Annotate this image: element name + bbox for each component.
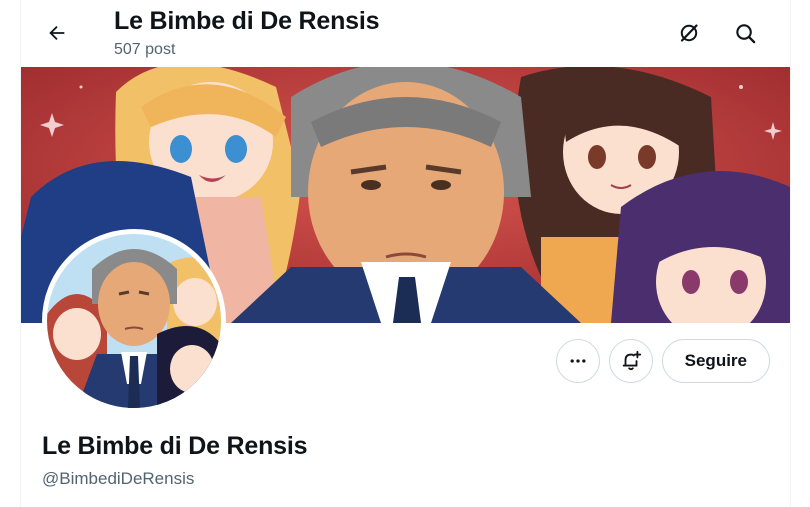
top-bar: Le Bimbe di De Rensis 507 post: [21, 0, 790, 67]
profile-page: Le Bimbe di De Rensis 507 post Seguire L…: [0, 0, 810, 507]
profile-column: Le Bimbe di De Rensis 507 post Seguire L…: [20, 0, 791, 507]
notify-button[interactable]: [608, 339, 653, 383]
search-icon: [735, 23, 755, 43]
avatar[interactable]: [42, 229, 226, 413]
header-title-block: Le Bimbe di De Rensis 507 post: [114, 6, 380, 60]
more-button[interactable]: [555, 339, 600, 383]
avatar-image: [47, 234, 221, 408]
profile-actions: Seguire: [555, 339, 770, 383]
page-title: Le Bimbe di De Rensis: [114, 7, 380, 35]
post-count: 507 post: [114, 41, 176, 58]
profile-handle: @BimbediDeRensis: [42, 469, 195, 488]
more-icon: [570, 359, 586, 363]
arrow-left-icon: [49, 25, 65, 41]
grok-icon: [680, 24, 698, 42]
back-button[interactable]: [38, 14, 76, 52]
search-button[interactable]: [726, 14, 764, 52]
profile-name: Le Bimbe di De Rensis: [42, 432, 308, 460]
follow-button[interactable]: Seguire: [661, 339, 770, 383]
bell-plus-icon: [622, 350, 641, 371]
grok-button[interactable]: [670, 14, 708, 52]
